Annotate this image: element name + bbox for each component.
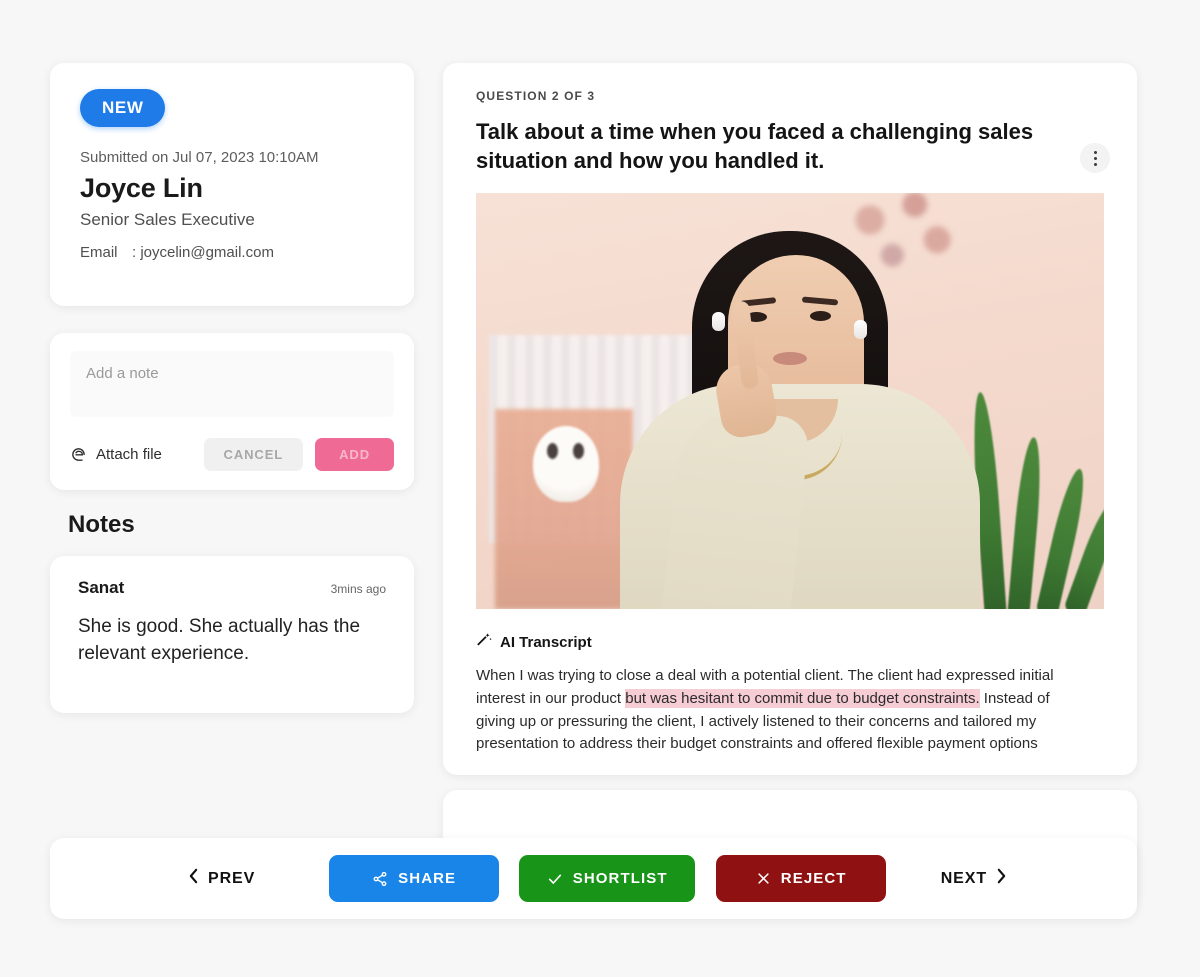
candidate-profile-card: NEW Submitted on Jul 07, 2023 10:10AM Jo… — [50, 63, 414, 306]
status-badge-new: NEW — [80, 89, 166, 127]
candidate-role: Senior Sales Executive — [80, 210, 255, 229]
transcript-header: AI Transcript — [476, 631, 1104, 653]
note-timestamp: 3mins ago — [330, 582, 386, 596]
note-list-item: Sanat 3mins ago She is good. She actuall… — [50, 556, 414, 713]
cancel-note-button[interactable]: CANCEL — [203, 438, 304, 471]
page-root: NEW Submitted on Jul 07, 2023 10:10AM Jo… — [0, 0, 1200, 977]
chevron-right-icon — [996, 868, 1007, 889]
kebab-dot — [1093, 156, 1097, 160]
question-index-label: QUESTION 2 OF 3 — [476, 89, 596, 103]
share-button[interactable]: SHARE — [329, 855, 500, 902]
note-header: Sanat 3mins ago — [78, 578, 386, 598]
close-icon — [756, 871, 771, 886]
next-button[interactable]: NEXT — [941, 868, 1007, 889]
attach-file-button[interactable]: Attach file — [70, 446, 162, 463]
note-input[interactable] — [70, 351, 394, 417]
note-composer-card: Attach file CANCEL ADD — [50, 333, 414, 490]
note-composer-actions: Attach file CANCEL ADD — [70, 438, 394, 471]
attach-file-label: Attach file — [96, 446, 162, 463]
next-label: NEXT — [940, 869, 987, 887]
note-body: She is good. She actually has the releva… — [78, 616, 361, 664]
check-icon — [547, 871, 563, 887]
video-owl-decor — [532, 426, 599, 503]
notes-heading: Notes — [68, 511, 135, 538]
email-value: : joycelin@gmail.com — [132, 244, 274, 261]
transcript-highlight: but was hesitant to commit due to budget… — [625, 688, 980, 708]
kebab-dot — [1093, 150, 1097, 154]
shortlist-button[interactable]: SHORTLIST — [519, 855, 696, 902]
transcript-body: When I was trying to close a deal with a… — [476, 665, 1091, 756]
video-earbud-right — [854, 319, 867, 339]
chevron-left-icon — [188, 868, 199, 889]
share-icon — [372, 871, 388, 887]
email-label: Email — [80, 244, 118, 261]
add-note-button[interactable]: ADD — [315, 438, 394, 471]
answer-video-still[interactable] — [476, 193, 1104, 610]
paperclip-icon — [70, 446, 87, 463]
video-earbud-left — [712, 311, 725, 331]
question-card: QUESTION 2 OF 3 Talk about a time when y… — [443, 63, 1137, 775]
magic-wand-icon — [476, 631, 493, 653]
more-options-icon[interactable] — [1080, 143, 1110, 173]
candidate-name: Joyce Lin — [80, 173, 203, 203]
reject-label: REJECT — [780, 870, 847, 887]
reject-button[interactable]: REJECT — [716, 855, 887, 902]
share-label: SHARE — [398, 870, 457, 887]
submitted-timestamp: Submitted on Jul 07, 2023 10:10AM — [80, 149, 319, 166]
prev-button[interactable]: PREV — [188, 868, 255, 889]
shortlist-label: SHORTLIST — [572, 870, 668, 887]
action-bar: PREV SHARE SHORTLIST REJECT NEXT — [50, 838, 1137, 919]
question-text: Talk about a time when you faced a chall… — [476, 119, 1034, 174]
note-author: Sanat — [78, 578, 125, 597]
transcript-title: AI Transcript — [500, 633, 592, 651]
video-lips — [773, 351, 807, 365]
candidate-email-row: Email : joycelin@gmail.com — [80, 244, 384, 261]
prev-label: PREV — [208, 869, 256, 887]
kebab-dot — [1093, 162, 1097, 166]
